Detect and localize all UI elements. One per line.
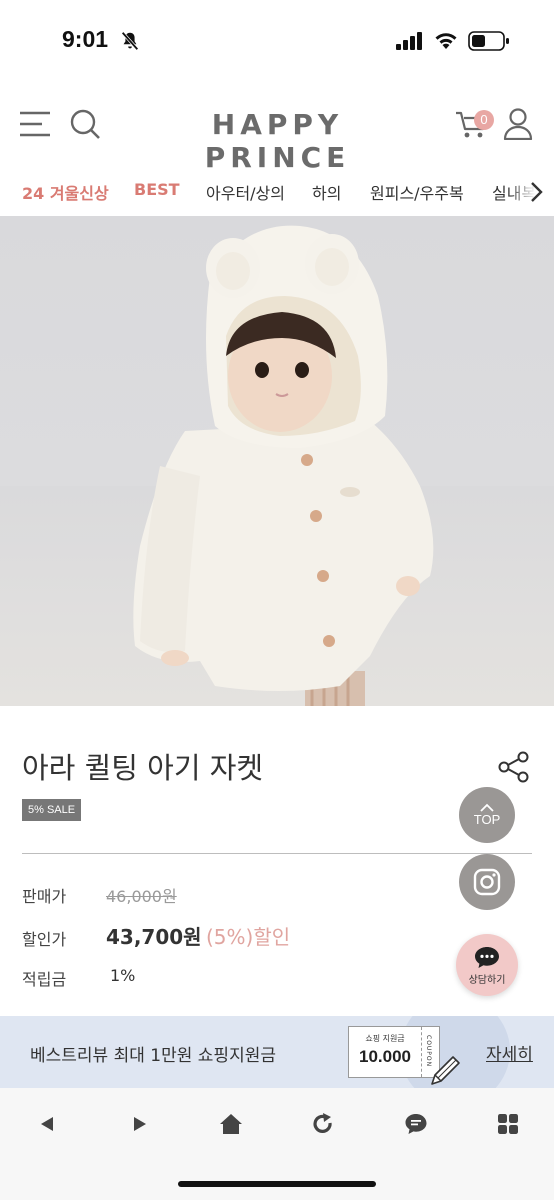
discount-rate-value: (5%): [206, 925, 254, 949]
browser-toolbar: [0, 1088, 554, 1200]
instagram-icon: [473, 868, 501, 896]
forward-icon[interactable]: [127, 1112, 151, 1136]
header: HAPPY PRINCE 0: [0, 82, 554, 174]
product-photo: [0, 225, 554, 706]
user-icon[interactable]: [503, 108, 533, 140]
promo-details-link[interactable]: 자세히: [486, 1040, 533, 1065]
bell-slash-icon: [121, 31, 139, 51]
scroll-top-button[interactable]: TOP: [459, 787, 515, 843]
signal-icon: [396, 32, 422, 50]
promo-text: 베스트리뷰 최대 1만원 쇼핑지원금: [30, 1046, 276, 1066]
coupon-title: 쇼핑 지원금: [365, 1034, 405, 1043]
home-icon[interactable]: [219, 1112, 243, 1136]
category-item-outer-top[interactable]: 아우터/상의: [206, 180, 285, 204]
status-time: 9:01: [62, 26, 109, 52]
sale-badge: 5% SALE: [22, 799, 82, 821]
search-icon[interactable]: [69, 108, 101, 140]
category-nav: 24 겨울신상 BEST 아우터/상의 하의 원피스/우주복 실내복: [0, 170, 554, 214]
points-value: 1%: [110, 966, 136, 985]
discount-price-label: 할인가: [22, 930, 67, 949]
coupon-amount: 10.000: [359, 1047, 411, 1066]
product-title: 아라 퀼팅 아기 자켓: [22, 751, 264, 785]
consult-chat-label: 상담하기: [468, 974, 506, 986]
grid-icon[interactable]: [496, 1112, 520, 1136]
category-item-best[interactable]: BEST: [134, 180, 180, 199]
cart-count-badge[interactable]: 0: [474, 110, 494, 130]
discount-suffix: 할인: [253, 925, 291, 949]
product-image[interactable]: [0, 216, 554, 706]
discount-rate: (5%)할인: [206, 921, 290, 950]
category-item-dress-romper[interactable]: 원피스/우주복: [370, 180, 464, 204]
home-indicator[interactable]: [178, 1181, 376, 1187]
chat-bubble-icon: [475, 946, 499, 968]
wifi-icon: [435, 33, 457, 49]
battery-icon: [468, 31, 509, 51]
status-bar: 9:01: [0, 0, 554, 82]
chevron-up-icon: [480, 803, 494, 812]
instagram-button[interactable]: [459, 854, 515, 910]
pencil-icon: [431, 1056, 460, 1085]
refresh-icon[interactable]: [311, 1112, 335, 1136]
chevron-right-icon[interactable]: [528, 180, 544, 204]
menu-icon[interactable]: [20, 110, 50, 138]
consult-chat-button[interactable]: 상담하기: [456, 934, 518, 996]
brand-logo[interactable]: HAPPY PRINCE: [140, 108, 415, 174]
scroll-top-label: TOP: [473, 812, 501, 827]
divider: [22, 853, 532, 854]
price-label: 판매가: [22, 887, 67, 906]
share-icon[interactable]: [497, 750, 531, 784]
back-icon[interactable]: [36, 1112, 60, 1136]
sale-price: 43,700원: [106, 925, 202, 949]
category-item-winter-new[interactable]: 24 겨울신상: [22, 180, 109, 204]
chat-icon[interactable]: [404, 1112, 428, 1136]
original-price: 46,000원: [106, 887, 177, 906]
points-label: 적립금: [22, 970, 67, 989]
promo-banner[interactable]: 베스트리뷰 최대 1만원 쇼핑지원금 쇼핑 지원금 10.000 COUPON …: [0, 1016, 554, 1088]
category-item-bottom[interactable]: 하의: [312, 180, 341, 204]
